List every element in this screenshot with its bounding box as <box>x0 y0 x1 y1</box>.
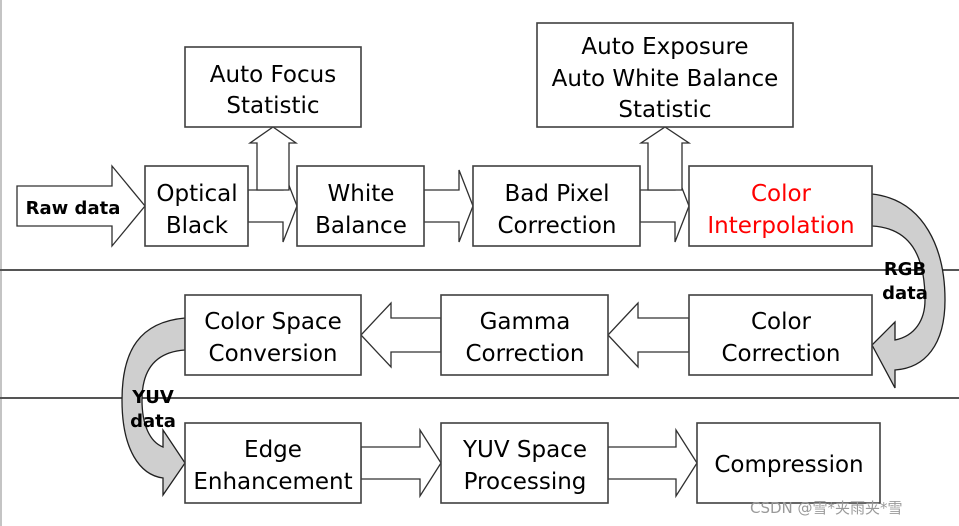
color-correction-line-1: Color <box>751 309 812 335</box>
optical-black-line-2: Black <box>166 213 229 239</box>
arrow-up-to-auto-focus <box>247 126 299 191</box>
edge-enhancement-box: Edge Enhancement <box>184 422 362 504</box>
arrow-edge-to-yuv <box>360 427 442 499</box>
yuv-space-line-1: YUV Space <box>462 437 587 463</box>
gamma-line-2: Correction <box>466 341 585 367</box>
arrow-cc-to-gamma <box>607 301 690 369</box>
arrow-yuv-to-compression <box>607 427 698 499</box>
color-interpolation-box: Color Interpolation <box>688 165 873 247</box>
optical-black-box: Optical Black <box>144 165 249 247</box>
bad-pixel-line-1: Bad Pixel <box>505 181 610 207</box>
isp-pipeline-diagram: Raw data Auto Focus Statistic Auto Expos… <box>0 0 959 526</box>
arrow-wb-to-bpc <box>423 169 474 243</box>
optical-black-line-1: Optical <box>156 181 237 207</box>
auto-focus-line-1: Auto Focus <box>210 62 336 88</box>
rgb-data-label-line-2: data <box>882 283 928 304</box>
ae-awb-line-3: Statistic <box>618 97 711 123</box>
yuv-space-processing-box: YUV Space Processing <box>440 422 609 504</box>
compression-line-1: Compression <box>714 452 863 478</box>
compression-box: Compression <box>696 422 881 504</box>
color-interpolation-line-1: Color <box>751 181 812 207</box>
bad-pixel-line-2: Correction <box>498 213 617 239</box>
yuv-space-line-2: Processing <box>464 469 587 495</box>
yuv-data-label-line-1: YUV <box>131 387 174 408</box>
edge-line-1: Edge <box>244 437 302 463</box>
yuv-data-label-line-2: data <box>130 411 176 432</box>
ae-awb-statistic-box: Auto Exposure Auto White Balance Statist… <box>536 22 794 128</box>
gamma-line-1: Gamma <box>480 309 571 335</box>
color-interpolation-line-2: Interpolation <box>707 213 854 239</box>
rgb-data-label-line-1: RGB <box>884 259 926 280</box>
color-space-line-1: Color Space <box>204 309 341 335</box>
color-space-line-2: Conversion <box>209 341 338 367</box>
white-balance-line-2: Balance <box>315 213 407 239</box>
ae-awb-line-1: Auto Exposure <box>581 34 748 60</box>
auto-focus-statistic-box: Auto Focus Statistic <box>184 46 362 128</box>
ae-awb-line-2: Auto White Balance <box>552 66 779 92</box>
color-space-conversion-box: Color Space Conversion <box>184 294 362 376</box>
white-balance-box: White Balance <box>296 165 425 247</box>
bad-pixel-correction-box: Bad Pixel Correction <box>472 165 641 247</box>
auto-focus-line-2: Statistic <box>226 93 319 119</box>
raw-data-label: Raw data <box>26 198 121 219</box>
watermark: CSDN @雪*夹雨夹*雪 <box>750 499 903 517</box>
arrow-gamma-to-csc <box>360 301 442 369</box>
gamma-correction-box: Gamma Correction <box>440 294 609 376</box>
arrow-up-to-ae-awb <box>638 126 692 191</box>
edge-line-2: Enhancement <box>193 469 352 495</box>
color-correction-box: Color Correction <box>688 294 873 376</box>
white-balance-line-1: White <box>328 181 395 207</box>
color-correction-line-2: Correction <box>722 341 841 367</box>
